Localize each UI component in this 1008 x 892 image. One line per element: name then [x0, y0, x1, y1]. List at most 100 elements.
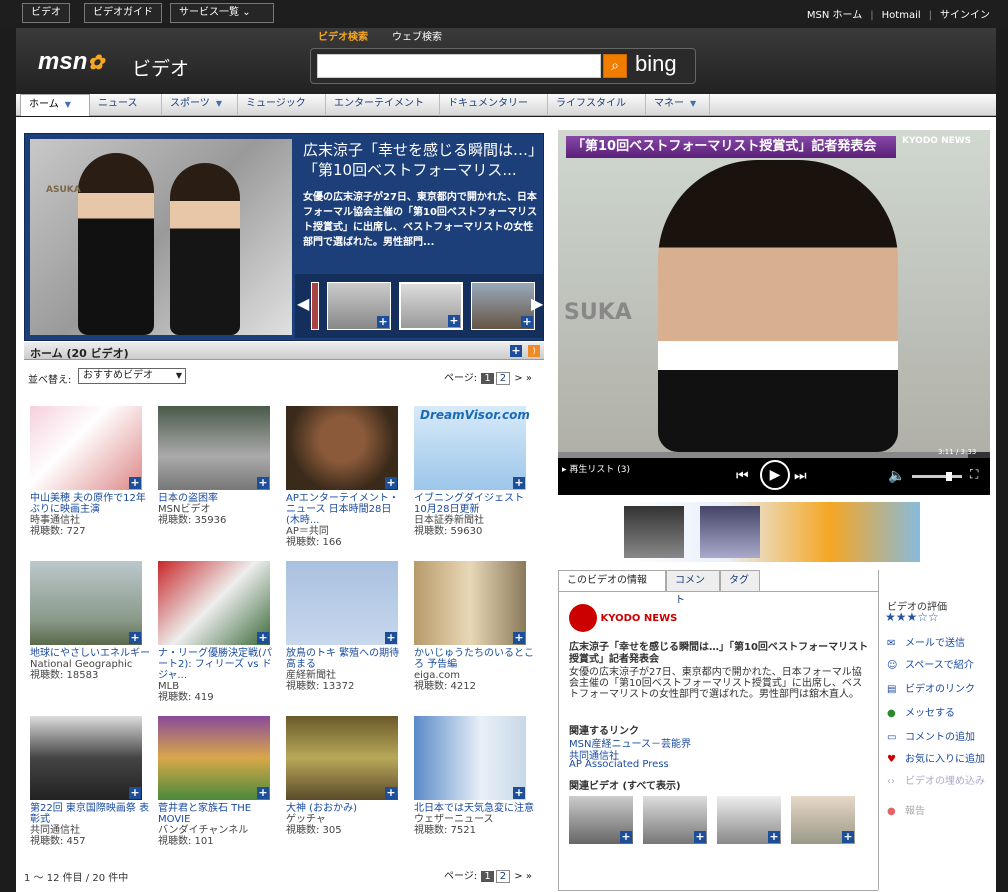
- last-icon[interactable]: »: [526, 871, 532, 882]
- add-icon[interactable]: +: [385, 477, 397, 489]
- add-icon[interactable]: +: [510, 345, 522, 357]
- nav-item-music[interactable]: ミュージック▼: [238, 94, 326, 128]
- hotmail-link[interactable]: Hotmail: [874, 10, 929, 21]
- video-tile[interactable]: + かいじゅうたちのいるところ 予告編 eiga.com 視聴数: 4212: [414, 561, 534, 692]
- video-title[interactable]: 北日本では天気急変に注意: [414, 803, 534, 814]
- page-link[interactable]: 2: [495, 372, 511, 385]
- tab-video-info[interactable]: このビデオの情報: [558, 570, 666, 592]
- carousel-thumb[interactable]: +: [471, 282, 535, 330]
- featured-title[interactable]: 広末涼子「幸せを感じる瞬間は…」「第10回ベストフォーマリス...: [303, 140, 539, 180]
- playlist-toggle[interactable]: ▸ 再生リスト (3): [562, 462, 630, 475]
- video-tile[interactable]: + 第22回 東京国際映画祭 表彰式 共同通信社 視聴数: 457: [30, 716, 150, 847]
- related-video-thumb[interactable]: +: [569, 796, 633, 844]
- add-icon[interactable]: +: [129, 787, 141, 799]
- related-video-thumb[interactable]: +: [643, 796, 707, 844]
- video-tile[interactable]: DreamVisor.com + イブニングダイジェスト 10月28日更新 日本証…: [414, 406, 534, 537]
- star-rating[interactable]: ★★★☆☆: [885, 610, 939, 624]
- video-tile[interactable]: + 菅井君と家族石 THE MOVIE バンダイチャンネル 視聴数: 101: [158, 716, 278, 847]
- services-button[interactable]: サービス一覧 ⌄: [170, 3, 274, 23]
- video-screen[interactable]: SUKA: [558, 130, 990, 452]
- nav-item-sports[interactable]: スポーツ ▼: [162, 94, 238, 116]
- add-icon[interactable]: +: [129, 632, 141, 644]
- embed-video-action[interactable]: ‹› ビデオの埋め込み: [887, 772, 987, 787]
- video-thumbnail[interactable]: DreamVisor.com +: [414, 406, 530, 490]
- add-icon[interactable]: +: [129, 477, 141, 489]
- tab-video-search[interactable]: ビデオ検索: [318, 28, 368, 43]
- msn-home-link[interactable]: MSN ホーム: [799, 10, 870, 21]
- video-tile[interactable]: + 北日本では天気急変に注意 ウェザーニュース 視聴数: 7521: [414, 716, 534, 836]
- video-thumbnail[interactable]: +: [158, 406, 270, 490]
- messenger-action[interactable]: ● メッセする: [887, 704, 955, 719]
- video-tile[interactable]: + 中山美穂 夫の原作で12年ぶりに映画主演 時事通信社 視聴数: 727: [30, 406, 150, 537]
- video-title[interactable]: 中山美穂 夫の原作で12年ぶりに映画主演: [30, 493, 150, 515]
- search-input[interactable]: [317, 54, 601, 78]
- video-thumbnail[interactable]: +: [286, 406, 398, 490]
- report-action[interactable]: ● 報告: [887, 802, 925, 817]
- next-icon[interactable]: >: [514, 373, 522, 384]
- video-tile[interactable]: + 地球にやさしいエネルギー National Geographic 視聴数: …: [30, 561, 150, 681]
- add-icon[interactable]: +: [385, 787, 397, 799]
- search-icon[interactable]: ⌕: [603, 54, 627, 78]
- nav-item-lifestyle[interactable]: ライフスタイル▼: [548, 94, 646, 128]
- sort-select[interactable]: おすすめビデオ ▼: [78, 368, 186, 384]
- page-link[interactable]: 2: [495, 870, 511, 883]
- add-comment-action[interactable]: ▭ コメントの追加: [887, 728, 975, 743]
- msn-logo[interactable]: msn✿: [38, 48, 104, 76]
- add-icon[interactable]: +: [694, 831, 706, 843]
- video-title[interactable]: APエンターテイメント・ニュース 日本時間28日 (木時...: [286, 493, 406, 526]
- video-thumbnail[interactable]: +: [158, 716, 270, 800]
- video-tile[interactable]: + APエンターテイメント・ニュース 日本時間28日 (木時... AP＝共同 …: [286, 406, 406, 548]
- add-icon[interactable]: +: [620, 831, 632, 843]
- nav-item-documentary[interactable]: ドキュメンタリー▼: [440, 94, 548, 128]
- video-title[interactable]: ナ・リーグ優勝決定戦(パート2): フィリーズ vs ドジャ...: [158, 648, 278, 681]
- share-space-action[interactable]: ☺ スペースで紹介: [887, 656, 974, 671]
- add-icon[interactable]: +: [513, 632, 525, 644]
- video-title[interactable]: 大神 (おおかみ): [286, 803, 406, 814]
- video-thumbnail[interactable]: +: [286, 716, 398, 800]
- video-thumbnail[interactable]: +: [30, 406, 142, 490]
- advertisement-banner[interactable]: [620, 502, 920, 562]
- volume-icon[interactable]: 🔈: [888, 468, 905, 484]
- video-thumbnail[interactable]: +: [414, 561, 526, 645]
- video-thumbnail[interactable]: +: [30, 561, 142, 645]
- last-icon[interactable]: »: [526, 373, 532, 384]
- video-thumbnail[interactable]: +: [286, 561, 398, 645]
- video-guide-button[interactable]: ビデオガイド: [84, 3, 162, 23]
- video-tile[interactable]: + 大神 (おおかみ) ゲッチャ 視聴数: 305: [286, 716, 406, 836]
- previous-icon[interactable]: ⏮: [736, 468, 749, 484]
- add-icon[interactable]: +: [768, 831, 780, 843]
- add-icon[interactable]: +: [513, 477, 525, 489]
- carousel-thumb[interactable]: +: [399, 282, 463, 330]
- add-favorite-action[interactable]: ♥ お気に入りに追加: [887, 750, 985, 765]
- nav-item-home[interactable]: ホーム ▼: [20, 94, 90, 116]
- carousel-next-icon[interactable]: ▶: [531, 294, 543, 313]
- tab-web-search[interactable]: ウェブ検索: [392, 28, 442, 43]
- tab-tag[interactable]: タグ: [720, 570, 760, 592]
- rss-icon[interactable]: ): [528, 345, 540, 357]
- add-icon[interactable]: +: [257, 632, 269, 644]
- video-title[interactable]: 放鳥のトキ 繁殖への期待高まる: [286, 648, 406, 670]
- video-title[interactable]: イブニングダイジェスト 10月28日更新: [414, 493, 534, 515]
- fullscreen-icon[interactable]: ⛶: [970, 467, 978, 482]
- progress-bar[interactable]: [558, 452, 990, 458]
- add-icon[interactable]: +: [521, 316, 533, 328]
- carousel-thumb[interactable]: [311, 282, 319, 330]
- video-title[interactable]: 日本の盗困率: [158, 493, 278, 504]
- play-icon[interactable]: ▶: [760, 460, 790, 490]
- video-link-action[interactable]: ▤ ビデオのリンク: [887, 680, 975, 695]
- add-icon[interactable]: +: [448, 315, 460, 327]
- video-title[interactable]: 第22回 東京国際映画祭 表彰式: [30, 803, 150, 825]
- video-title[interactable]: 地球にやさしいエネルギー: [30, 648, 150, 659]
- video-thumbnail[interactable]: +: [158, 561, 270, 645]
- carousel-thumb[interactable]: +: [327, 282, 391, 330]
- related-videos-heading[interactable]: 関連ビデオ (すべて表示): [569, 777, 681, 792]
- add-icon[interactable]: +: [257, 477, 269, 489]
- add-icon[interactable]: +: [377, 316, 389, 328]
- related-video-thumb[interactable]: +: [791, 796, 855, 844]
- add-icon[interactable]: +: [385, 632, 397, 644]
- video-tile[interactable]: + ナ・リーグ優勝決定戦(パート2): フィリーズ vs ドジャ... MLB …: [158, 561, 278, 703]
- video-button[interactable]: ビデオ: [22, 3, 70, 23]
- video-thumbnail[interactable]: +: [30, 716, 142, 800]
- nav-item-entertainment[interactable]: エンターテイメント▼: [326, 94, 440, 128]
- add-icon[interactable]: +: [842, 831, 854, 843]
